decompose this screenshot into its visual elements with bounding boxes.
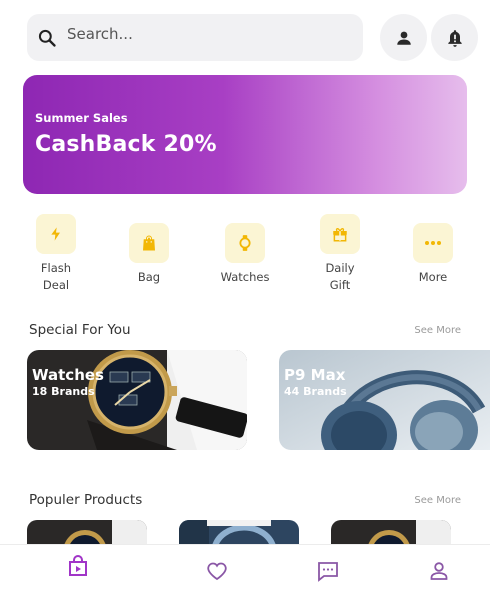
category-daily-gift[interactable]: Daily Gift xyxy=(305,214,375,294)
profile-icon[interactable] xyxy=(427,559,451,583)
more-dots-icon xyxy=(413,223,453,263)
special-card-watches[interactable]: Watches 18 Brands xyxy=(27,350,247,450)
category-label: Daily Gift xyxy=(325,261,355,292)
search-icon xyxy=(38,29,56,47)
special-card-title: Watches xyxy=(32,366,104,384)
popular-section-title: Populer Products xyxy=(29,492,143,508)
shop-icon[interactable] xyxy=(66,555,90,579)
flash-icon xyxy=(36,214,76,254)
search-input[interactable] xyxy=(67,22,347,46)
special-see-more-link[interactable]: See More xyxy=(414,325,461,336)
category-more[interactable]: More xyxy=(398,223,468,286)
bottom-navigation xyxy=(0,544,490,598)
notification-alert-icon xyxy=(447,29,462,47)
person-icon xyxy=(396,31,411,45)
special-card-title: P9 Max xyxy=(284,366,346,384)
promo-banner[interactable]: Summer Sales CashBack 20% xyxy=(23,75,467,194)
category-label: Flash Deal xyxy=(40,261,72,292)
watch-icon xyxy=(225,223,265,263)
gift-icon xyxy=(320,214,360,254)
chat-icon[interactable] xyxy=(316,559,340,583)
bag-icon xyxy=(129,223,169,263)
account-button[interactable] xyxy=(380,14,427,61)
special-card-p9-max[interactable]: P9 Max 44 Brands xyxy=(279,350,490,450)
heart-icon[interactable] xyxy=(205,559,229,583)
category-bag[interactable]: Bag xyxy=(114,223,184,286)
category-label: More xyxy=(418,270,448,284)
banner-headline: CashBack 20% xyxy=(35,132,217,157)
category-label: Watches xyxy=(220,270,270,284)
banner-subtitle: Summer Sales xyxy=(35,111,128,125)
notifications-button[interactable] xyxy=(431,14,478,61)
watch-product-image xyxy=(27,350,247,450)
special-card-count: 44 Brands xyxy=(284,385,347,398)
category-watches[interactable]: Watches xyxy=(210,223,280,286)
search-bar[interactable] xyxy=(27,14,363,61)
category-label: Bag xyxy=(137,270,161,284)
category-flash-deal[interactable]: Flash Deal xyxy=(21,214,91,294)
popular-see-more-link[interactable]: See More xyxy=(414,495,461,506)
special-card-count: 18 Brands xyxy=(32,385,95,398)
special-section-title: Special For You xyxy=(29,322,131,338)
headphones-product-image xyxy=(279,350,490,450)
